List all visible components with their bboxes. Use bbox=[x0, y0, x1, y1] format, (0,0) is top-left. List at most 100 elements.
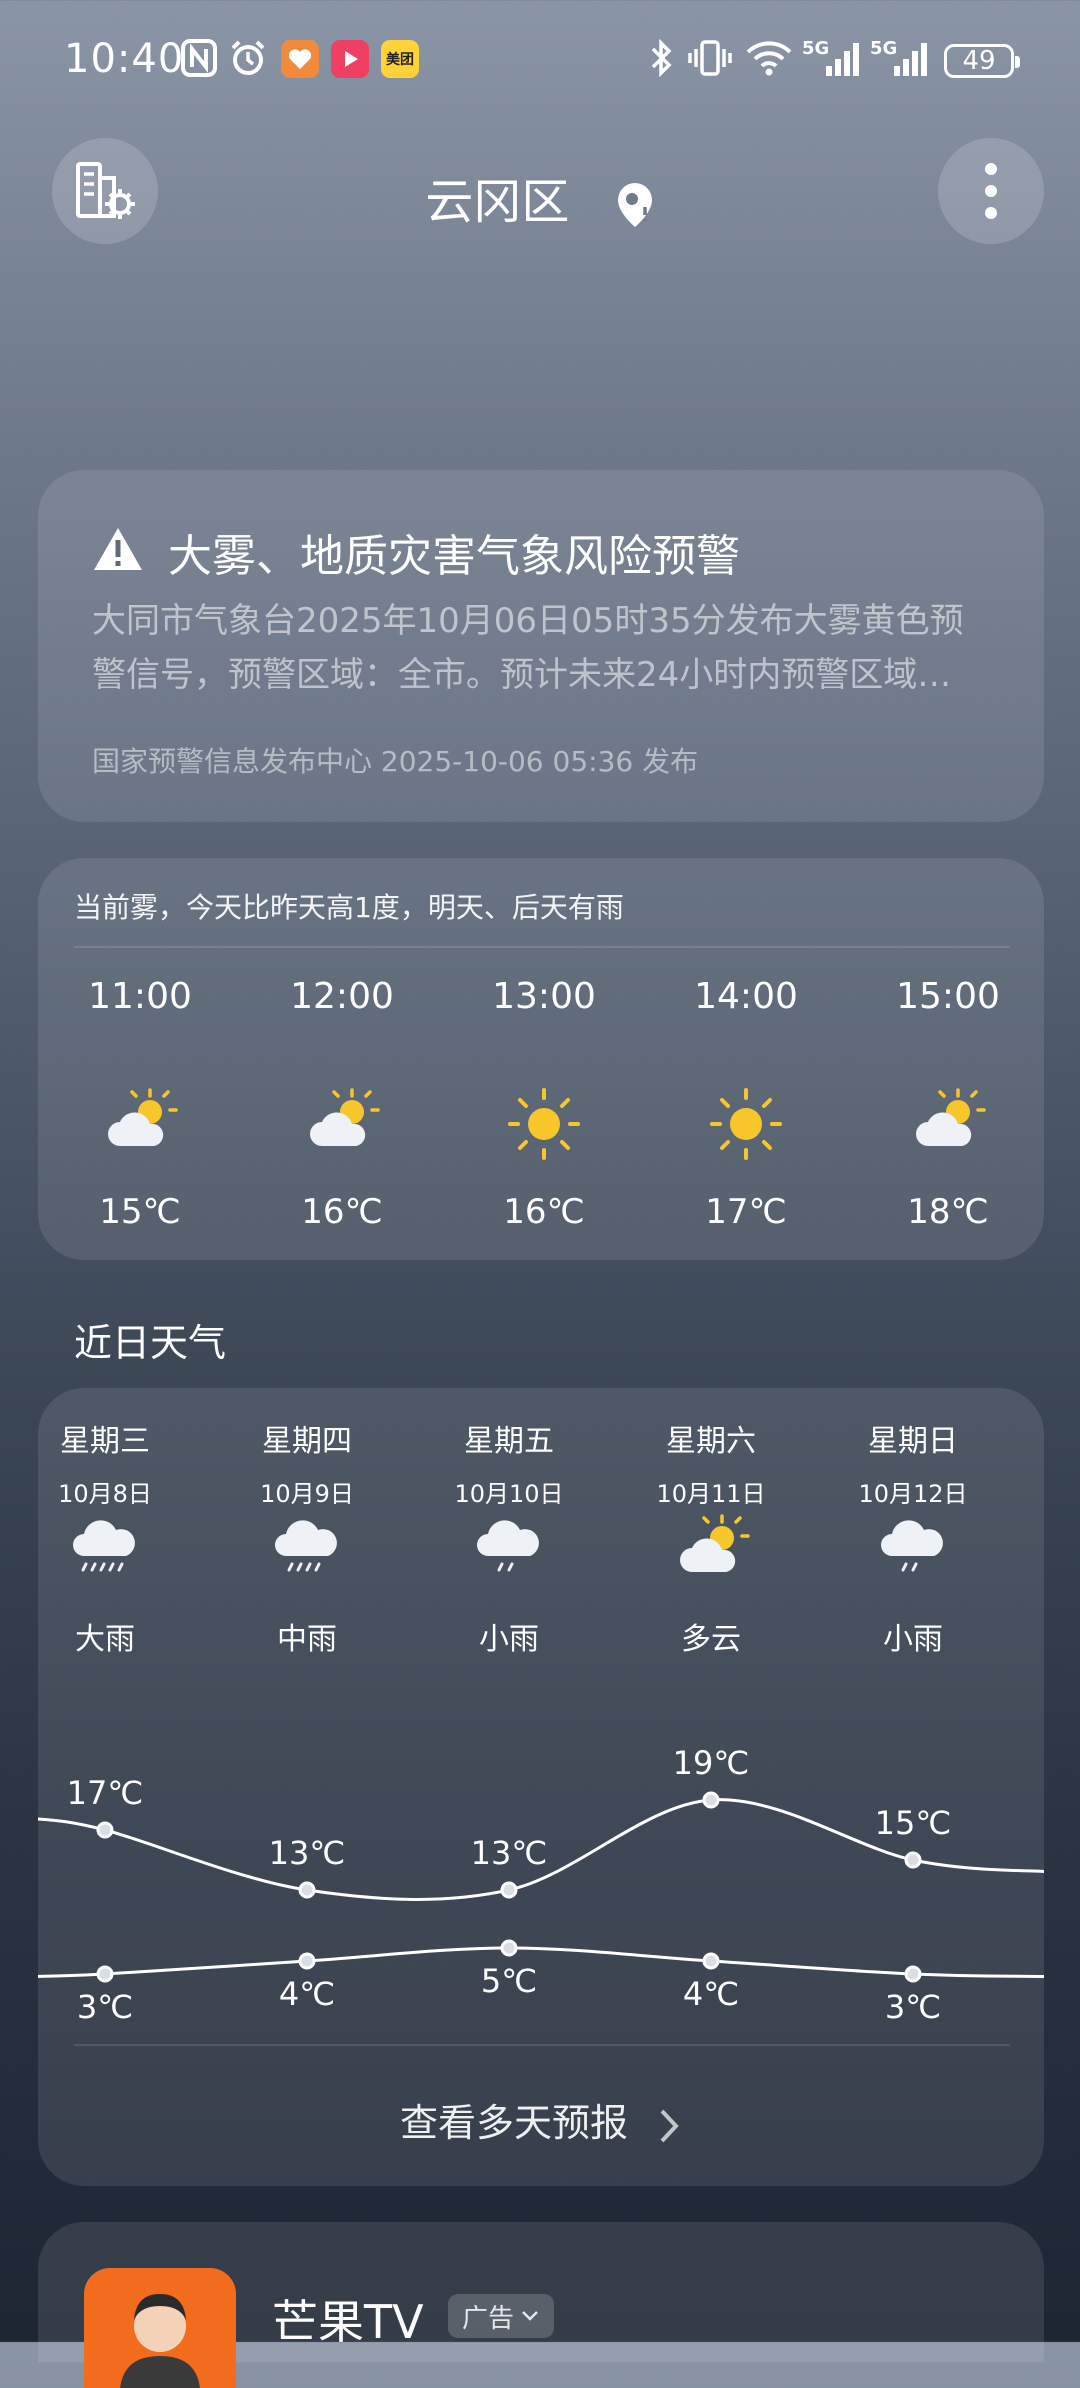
light-rain-icon bbox=[881, 1520, 943, 1572]
alert-body: 大同市气象台2025年10月06日05时35分发布大雾黄色预 警信号，预警区域：… bbox=[92, 594, 992, 702]
heart-app-icon bbox=[281, 40, 319, 78]
battery-indicator: 49 bbox=[944, 44, 1020, 78]
signal-icon: 5G bbox=[802, 38, 862, 78]
low-temp-label: 4℃ bbox=[682, 1975, 740, 2013]
high-temp-point bbox=[298, 1881, 316, 1899]
hourly-temp: 16℃ bbox=[503, 1192, 585, 1232]
partly-cloudy-icon bbox=[310, 1088, 380, 1146]
more-menu-button[interactable] bbox=[938, 138, 1044, 244]
low-temp-point bbox=[702, 1952, 720, 1970]
day-weekday: 星期日 bbox=[868, 1424, 958, 1459]
day-condition: 大雨 bbox=[75, 1622, 135, 1657]
hourly-temp: 18℃ bbox=[907, 1192, 989, 1232]
high-temp-label: 17℃ bbox=[66, 1774, 144, 1812]
high-temp-point bbox=[500, 1881, 518, 1899]
hourly-item: 13:00 bbox=[464, 976, 624, 1017]
day-date: 10月10日 bbox=[454, 1480, 564, 1508]
wifi-icon bbox=[744, 38, 794, 78]
location-pin-icon bbox=[617, 183, 652, 227]
alert-body-line: 大同市气象台2025年10月06日05时35分发布大雾黄色预 bbox=[92, 601, 964, 641]
status-time: 10:40 bbox=[64, 36, 185, 82]
video-app-icon bbox=[331, 40, 369, 78]
hourly-time: 14:00 bbox=[694, 976, 798, 1017]
partly-cloudy-icon bbox=[916, 1088, 986, 1146]
day-item[interactable]: 星期五 10月10日 bbox=[424, 1416, 594, 1509]
ad-tag[interactable]: 广告 bbox=[448, 2294, 555, 2338]
vibrate-icon bbox=[686, 38, 734, 78]
low-temp-label: 3℃ bbox=[76, 1988, 134, 2026]
high-temp-label: 19℃ bbox=[672, 1744, 750, 1782]
signal-icon-2: 5G bbox=[870, 38, 930, 78]
partly-cloudy-icon bbox=[680, 1514, 750, 1572]
low-temp-label: 3℃ bbox=[884, 1988, 942, 2026]
day-date: 10月12日 bbox=[858, 1480, 968, 1508]
day-condition: 中雨 bbox=[277, 1622, 337, 1657]
day-item[interactable]: 星期日 10月12日 bbox=[828, 1416, 998, 1509]
more-vertical-icon bbox=[985, 163, 997, 219]
low-temp-point bbox=[500, 1939, 518, 1957]
more-forecast-label: 查看多天预报 bbox=[399, 2101, 628, 2145]
low-temp-point bbox=[96, 1965, 114, 1983]
high-temp-point bbox=[702, 1791, 720, 1809]
high-temp-label: 13℃ bbox=[268, 1834, 346, 1872]
low-temp-point bbox=[298, 1952, 316, 1970]
high-temp-label: 13℃ bbox=[470, 1834, 548, 1872]
location-title[interactable]: 云冈区 bbox=[0, 162, 1080, 232]
chevron-down-icon bbox=[522, 2311, 538, 2321]
day-date: 10月8日 bbox=[58, 1480, 152, 1508]
day-date: 10月11日 bbox=[656, 1480, 766, 1508]
high-temp-label: 15℃ bbox=[874, 1804, 952, 1842]
hourly-temp: 17℃ bbox=[705, 1192, 787, 1232]
day-weekday: 星期六 bbox=[666, 1424, 756, 1459]
high-temp-point bbox=[96, 1821, 114, 1839]
divider bbox=[74, 946, 1010, 948]
moderate-rain-icon bbox=[275, 1520, 337, 1572]
sunny-icon bbox=[508, 1088, 580, 1160]
alert-body-line: 警信号，预警区域：全市。预计未来24小时内预警区域… bbox=[92, 655, 952, 695]
warning-icon bbox=[94, 528, 142, 570]
day-condition: 小雨 bbox=[479, 1622, 539, 1657]
status-bar: 10:40 美团 5G 5G 49 bbox=[0, 0, 1080, 120]
location-name: 云冈区 bbox=[425, 174, 570, 230]
alarm-icon bbox=[228, 38, 268, 78]
hourly-item: 11:00 bbox=[60, 976, 220, 1017]
mango-tv-logo bbox=[84, 2268, 236, 2388]
day-date: 10月9日 bbox=[260, 1480, 354, 1508]
partly-cloudy-icon bbox=[108, 1088, 178, 1146]
hourly-temp: 15℃ bbox=[99, 1192, 181, 1232]
bluetooth-icon bbox=[648, 38, 674, 78]
hourly-temp: 16℃ bbox=[301, 1192, 383, 1232]
low-temp-label: 5℃ bbox=[480, 1962, 538, 2000]
hourly-time: 13:00 bbox=[492, 976, 596, 1017]
alert-title: 大雾、地质灾害气象风险预警 bbox=[168, 531, 740, 582]
hourly-item: 15:00 bbox=[868, 976, 1028, 1017]
hourly-time: 11:00 bbox=[88, 976, 192, 1017]
low-temp-point bbox=[904, 1965, 922, 1983]
hourly-item: 14:00 bbox=[666, 976, 826, 1017]
nfc-icon bbox=[180, 38, 218, 78]
day-weekday: 星期四 bbox=[262, 1424, 352, 1459]
light-rain-icon bbox=[477, 1520, 539, 1572]
heavy-rain-icon bbox=[73, 1520, 135, 1572]
hourly-item: 12:00 bbox=[262, 976, 422, 1017]
sunny-icon bbox=[710, 1088, 782, 1160]
day-item[interactable]: 星期四 10月9日 bbox=[222, 1416, 392, 1509]
day-weekday: 星期三 bbox=[60, 1424, 150, 1459]
weather-summary: 当前雾，今天比昨天高1度，明天、后天有雨 bbox=[74, 891, 624, 924]
divider bbox=[74, 2044, 1010, 2046]
day-item[interactable]: 星期三 10月8日 bbox=[20, 1416, 190, 1509]
section-title: 近日天气 bbox=[74, 1321, 227, 1365]
high-temp-point bbox=[904, 1851, 922, 1869]
day-condition: 多云 bbox=[681, 1622, 741, 1657]
hourly-time: 15:00 bbox=[896, 976, 1000, 1017]
ad-app-name: 芒果TV bbox=[272, 2295, 424, 2349]
day-item[interactable]: 星期六 10月11日 bbox=[626, 1416, 796, 1509]
meituan-app-icon: 美团 bbox=[381, 40, 419, 78]
ad-tag-label: 广告 bbox=[462, 2303, 515, 2334]
low-temp-label: 4℃ bbox=[278, 1975, 336, 2013]
hourly-time: 12:00 bbox=[290, 976, 394, 1017]
chevron-right-icon bbox=[660, 2109, 679, 2142]
day-condition: 小雨 bbox=[883, 1622, 943, 1657]
more-forecast-link[interactable]: 查看多天预报 bbox=[0, 2092, 1080, 2147]
day-weekday: 星期五 bbox=[464, 1424, 554, 1459]
